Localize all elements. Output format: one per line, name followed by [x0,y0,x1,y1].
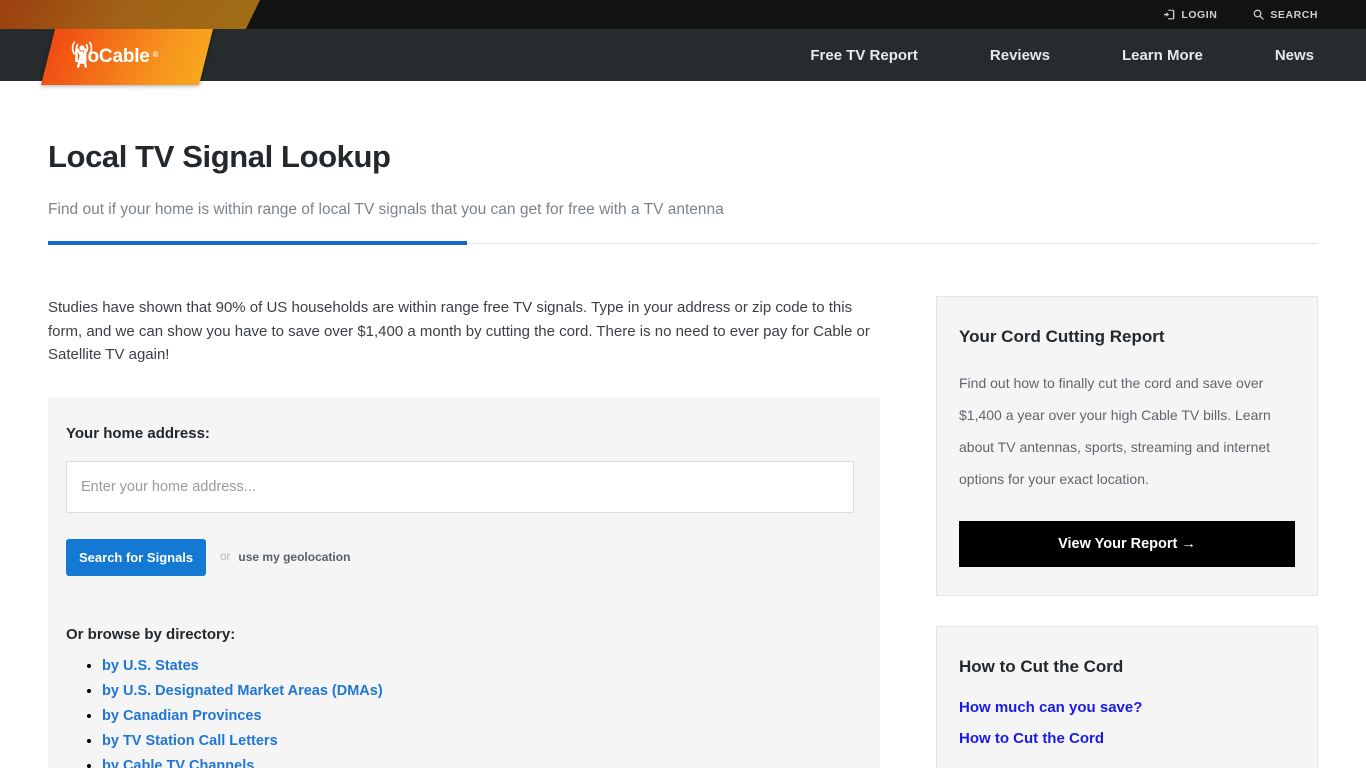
address-lookup-form: Your home address: Search for Signals or… [48,396,880,768]
page-header: Local TV Signal Lookup Find out if your … [0,81,1366,245]
page-title: Local TV Signal Lookup [48,139,391,174]
list-item: by U.S. Designated Market Areas (DMAs) [102,682,862,700]
list-item: by TV Station Call Letters [102,732,862,750]
view-your-report-button[interactable]: View Your Report → [959,521,1295,567]
top-utility-links: LOGIN SEARCH [0,0,1366,29]
nav-item-news[interactable]: News [1239,47,1318,64]
directory-link-dmas[interactable]: by U.S. Designated Market Areas (DMAs) [102,683,383,699]
how-to-cut-cord-card: How to Cut the Cord How much can you sav… [936,626,1318,768]
use-my-geolocation-link[interactable]: use my geolocation [238,550,350,564]
logo-content: NoCable ® [48,29,206,85]
sidebar-link-how-much-can-you-save[interactable]: How much can you save? [959,699,1295,716]
directory-link-us-states[interactable]: by U.S. States [102,658,199,674]
directory-list: by U.S. States by U.S. Designated Market… [66,657,862,768]
logo-name: NoCable [74,46,150,67]
list-item: by Canadian Provinces [102,707,862,725]
logo-wordmark: NoCable ® [74,46,158,68]
list-item: by Cable TV Channels [102,757,862,768]
report-card-body: Find out how to finally cut the cord and… [959,375,1271,487]
cut-cord-links: How much can you save? How to Cut the Co… [959,699,1295,747]
form-actions: Search for Signals or use my geolocation [66,538,862,576]
address-input[interactable] [66,460,854,513]
main-navbar: NoCable ® Free TV Report Reviews Learn M… [0,29,1366,85]
or-separator-label: or [220,551,231,563]
browse-directory-heading: Or browse by directory: [66,625,236,643]
directory-link-call-letters[interactable]: by TV Station Call Letters [102,733,278,749]
address-field-label: Your home address: [66,424,210,442]
page-content: Studies have shown that 90% of US househ… [0,244,1366,768]
login-label: LOGIN [1181,8,1218,21]
cord-cutting-report-card: Your Cord Cutting Report Find out how to… [936,296,1318,596]
search-link[interactable]: SEARCH [1253,9,1318,21]
nav-item-learn-more[interactable]: Learn More [1086,47,1239,64]
page-subtitle: Find out if your home is within range of… [48,201,724,218]
directory-link-cable-tv-channels[interactable]: by Cable TV Channels [102,758,254,768]
header-divider [48,241,1318,245]
cut-cord-card-title: How to Cut the Cord [959,657,1124,676]
site-logo[interactable]: NoCable ® [41,29,213,85]
list-item: by U.S. States [102,657,862,675]
login-link[interactable]: LOGIN [1164,9,1217,21]
report-card-title: Your Cord Cutting Report [959,327,1165,346]
nav-item-free-tv-report[interactable]: Free TV Report [774,47,954,64]
directory-link-canadian-provinces[interactable]: by Canadian Provinces [102,708,262,724]
search-for-signals-button[interactable]: Search for Signals [66,538,207,576]
search-icon [1253,9,1265,20]
intro-paragraph: Studies have shown that 90% of US househ… [48,299,870,363]
sidebar: Your Cord Cutting Report Find out how to… [936,296,1318,768]
main-column: Studies have shown that 90% of US househ… [48,296,880,768]
logo-registered-mark: ® [152,50,159,59]
nav-item-reviews[interactable]: Reviews [954,47,1086,64]
search-label: SEARCH [1270,8,1318,21]
sidebar-link-how-to-cut-the-cord[interactable]: How to Cut the Cord [959,730,1295,747]
sign-in-icon [1164,9,1175,20]
top-utility-bar: LOGIN SEARCH [0,0,1366,29]
